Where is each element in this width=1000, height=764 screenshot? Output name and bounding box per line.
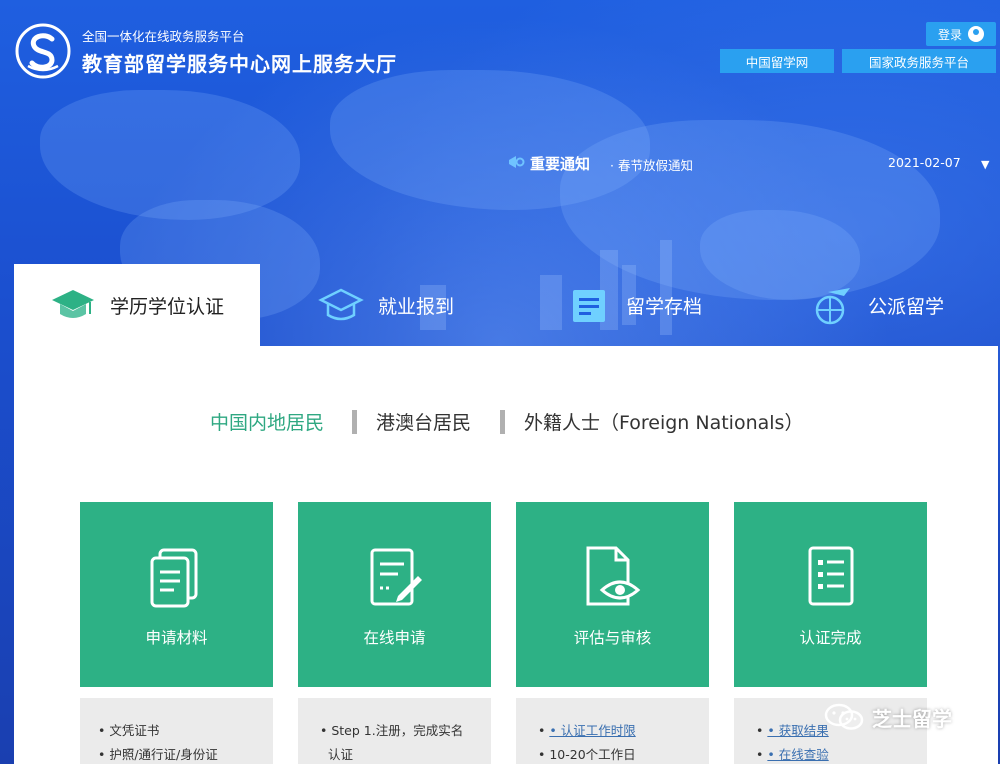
tab-degree-certification[interactable]: 学历学位认证 bbox=[14, 264, 260, 346]
wechat-icon bbox=[824, 703, 864, 730]
tab-government-sponsored[interactable]: 公派留学 bbox=[808, 264, 944, 346]
step-label: 申请材料 bbox=[145, 629, 208, 647]
notice-date: 2021-02-07 bbox=[888, 155, 961, 170]
logo-icon bbox=[15, 23, 71, 79]
info-line: • 10-20个工作日 bbox=[538, 747, 636, 762]
info-box-online-apply: • Step 1.注册，完成实名 认证 bbox=[298, 698, 491, 764]
link-china-study-abroad[interactable]: 中国留学网 bbox=[720, 49, 834, 73]
info-line: • Step 1.注册，完成实名 bbox=[320, 723, 464, 738]
info-box-review: • • 认证工作时限 • 10-20个工作日 bbox=[516, 698, 709, 764]
brand-title: 教育部留学服务中心网上服务大厅 bbox=[82, 52, 397, 76]
chevron-down-icon[interactable]: ▼ bbox=[981, 158, 989, 171]
step-label: 认证完成 bbox=[799, 629, 862, 647]
documents-icon bbox=[150, 548, 198, 608]
step-arrow bbox=[709, 577, 721, 613]
notice-item[interactable]: · 春节放假通知 bbox=[610, 155, 693, 174]
mortarboard-icon bbox=[318, 288, 364, 321]
archive-folder-icon bbox=[573, 290, 605, 322]
brand-subtitle: 全国一体化在线政务服务平台 bbox=[82, 29, 245, 44]
info-line: 认证 bbox=[328, 747, 354, 762]
segment-mainland[interactable]: 中国内地居民 bbox=[210, 408, 324, 435]
link-text[interactable]: • 获取结果 bbox=[767, 723, 828, 738]
tab-label: 就业报到 bbox=[378, 295, 455, 318]
segment-divider bbox=[500, 410, 505, 434]
step-arrow bbox=[491, 577, 503, 613]
info-line: • 文凭证书 bbox=[98, 723, 160, 738]
link-text[interactable]: • 认证工作时限 bbox=[549, 723, 635, 738]
info-box-materials: • 文凭证书 • 护照/通行证/身份证 bbox=[80, 698, 273, 764]
login-label: 登录 bbox=[937, 27, 962, 42]
step-label: 在线申请 bbox=[363, 629, 426, 647]
megaphone-icon bbox=[509, 156, 525, 168]
tab-study-abroad-archive[interactable]: 留学存档 bbox=[566, 264, 702, 346]
residency-selector: 中国内地居民 港澳台居民 外籍人士（Foreign Nationals） bbox=[0, 408, 1000, 438]
step-card-review[interactable]: 评估与审核 bbox=[516, 502, 709, 687]
info-link-online-verify[interactable]: • • 在线查验 bbox=[756, 744, 927, 764]
airplane-globe-icon bbox=[815, 288, 850, 325]
watermark: 芝士留学 bbox=[824, 702, 952, 732]
step-card-complete[interactable]: 认证完成 bbox=[734, 502, 927, 687]
segment-divider bbox=[352, 410, 357, 434]
notice-title: 重要通知 bbox=[530, 155, 591, 173]
tab-employment-report[interactable]: 就业报到 bbox=[318, 264, 454, 346]
user-icon bbox=[968, 26, 984, 42]
checklist-icon bbox=[808, 546, 854, 606]
document-eye-icon bbox=[586, 546, 641, 606]
segment-hk-macao-taiwan[interactable]: 港澳台居民 bbox=[376, 408, 471, 435]
step-arrow bbox=[273, 577, 285, 613]
tab-label: 公派留学 bbox=[868, 295, 945, 318]
info-link-work-time-limit[interactable]: • • 认证工作时限 bbox=[538, 720, 709, 744]
step-label: 评估与审核 bbox=[573, 629, 652, 647]
tab-label: 学历学位认证 bbox=[110, 295, 225, 318]
login-button[interactable]: 登录 bbox=[926, 22, 996, 46]
link-national-gov-service[interactable]: 国家政务服务平台 bbox=[842, 49, 996, 73]
watermark-text: 芝士留学 bbox=[872, 706, 952, 731]
segment-foreign-nationals[interactable]: 外籍人士（Foreign Nationals） bbox=[524, 408, 803, 435]
step-card-materials[interactable]: 申请材料 bbox=[80, 502, 273, 687]
graduation-cap-icon bbox=[52, 290, 94, 318]
form-edit-icon bbox=[370, 548, 422, 606]
step-card-online-apply[interactable]: 在线申请 bbox=[298, 502, 491, 687]
tab-label: 留学存档 bbox=[626, 295, 703, 318]
link-text[interactable]: • 在线查验 bbox=[767, 747, 828, 762]
info-line: • 护照/通行证/身份证 bbox=[98, 747, 218, 762]
